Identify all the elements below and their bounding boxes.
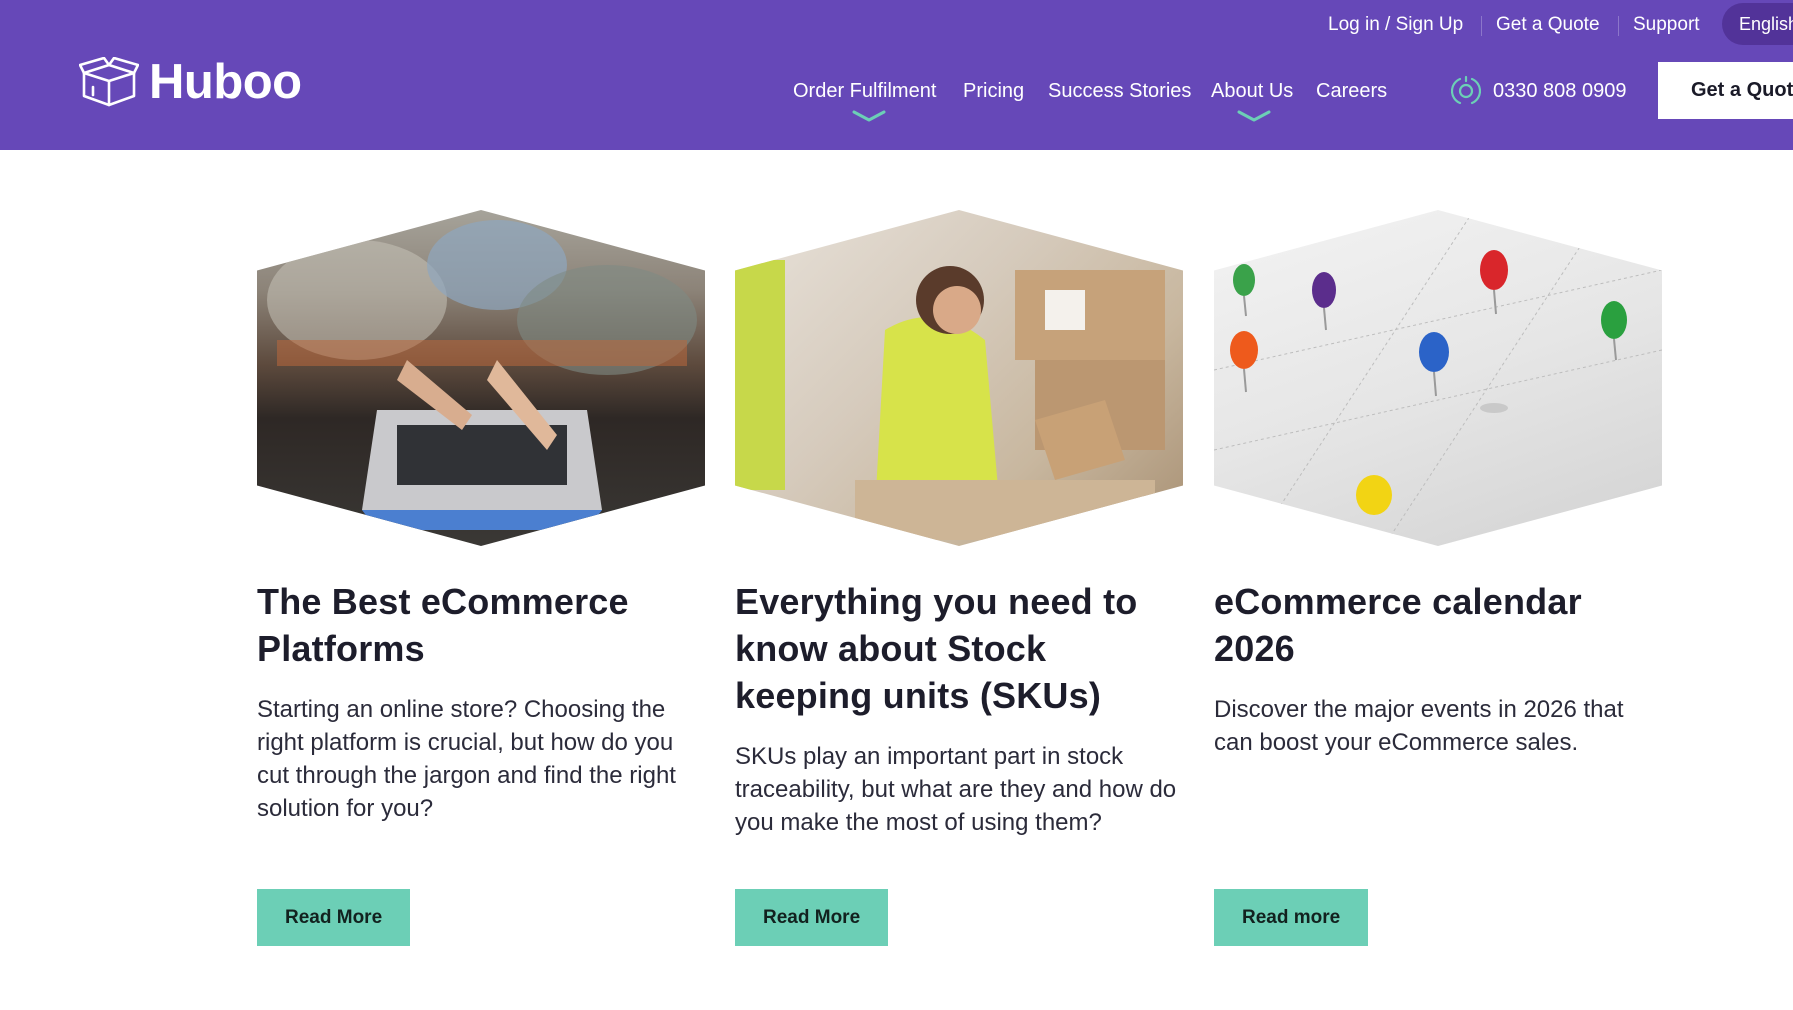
calendar-photo-illustration xyxy=(1214,210,1662,546)
article-title[interactable]: Everything you need to know about Stock … xyxy=(735,578,1185,719)
get-a-quote-button[interactable]: Get a Quote xyxy=(1658,62,1793,119)
login-signup-link[interactable]: Log in / Sign Up xyxy=(1328,13,1463,37)
nav-pricing[interactable]: Pricing xyxy=(963,79,1024,103)
read-more-button[interactable]: Read More xyxy=(257,889,411,946)
phone-number: 0330 808 0909 xyxy=(1493,80,1627,102)
laptop-photo-illustration xyxy=(267,220,697,530)
article-description: SKUs play an important part in stock tra… xyxy=(735,743,1177,836)
nav-success-stories[interactable]: Success Stories xyxy=(1048,79,1191,103)
article-description: Starting an online store? Choosing the r… xyxy=(257,696,676,822)
brand-name: Huboo xyxy=(149,54,302,109)
huboo-logo[interactable]: Huboo xyxy=(79,57,302,107)
article-card: eCommerce calendar 2026 Discover the maj… xyxy=(1214,210,1664,759)
article-description: Discover the major events in 2026 that c… xyxy=(1214,696,1624,756)
article-image-laptop[interactable] xyxy=(257,210,705,546)
article-card: Everything you need to know about Stock … xyxy=(735,210,1185,839)
divider xyxy=(1618,16,1619,36)
article-title[interactable]: eCommerce calendar 2026 xyxy=(1214,578,1664,672)
read-more-button[interactable]: Read More xyxy=(735,889,889,946)
article-image-warehouse[interactable] xyxy=(735,210,1183,546)
article-card: The Best eCommerce Platforms Starting an… xyxy=(257,210,707,825)
site-header: Huboo Log in / Sign Up Get a Quote Suppo… xyxy=(0,0,1793,150)
nav-careers[interactable]: Careers xyxy=(1316,79,1387,103)
support-link[interactable]: Support xyxy=(1633,13,1700,37)
warehouse-photo-illustration xyxy=(735,260,1165,540)
phone-icon xyxy=(1451,75,1481,105)
article-image-calendar[interactable] xyxy=(1214,210,1662,546)
box-logo-icon xyxy=(79,57,139,107)
article-title[interactable]: The Best eCommerce Platforms xyxy=(257,578,707,672)
chevron-down-icon[interactable] xyxy=(852,109,886,123)
get-a-quote-link[interactable]: Get a Quote xyxy=(1496,13,1600,37)
chevron-down-icon[interactable] xyxy=(1237,109,1271,123)
language-selector[interactable]: English xyxy=(1722,3,1793,45)
read-more-button[interactable]: Read more xyxy=(1214,889,1369,946)
nav-about-us[interactable]: About Us xyxy=(1211,79,1293,103)
divider xyxy=(1481,16,1482,36)
nav-order-fulfilment[interactable]: Order Fulfilment xyxy=(793,79,936,103)
phone-link[interactable]: 0330 808 0909 xyxy=(1451,75,1626,107)
